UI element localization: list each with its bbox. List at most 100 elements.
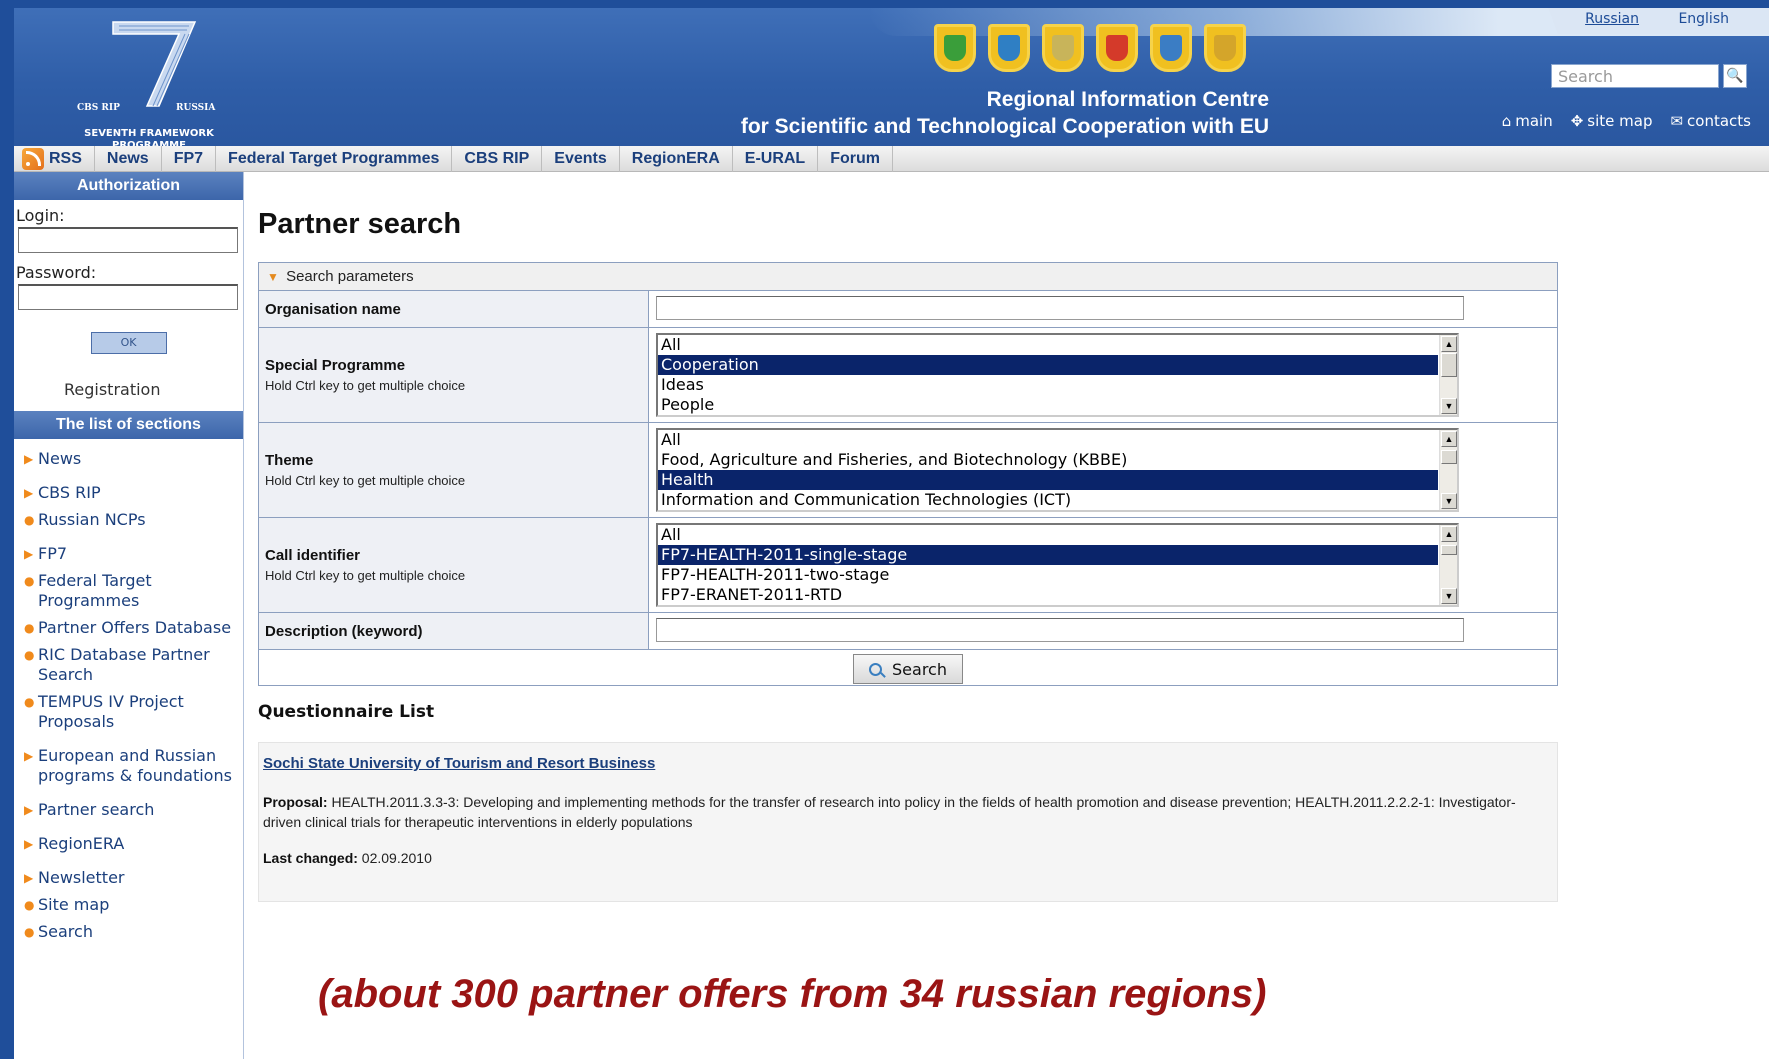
- sections-heading: The list of sections: [14, 411, 243, 439]
- fp7-logo[interactable]: CBS RIP RUSSIA SEVENTH FRAMEWORK PROGRAM…: [54, 18, 234, 151]
- top-links: ⌂ main ✥ site map ✉ contacts: [1502, 112, 1751, 130]
- call-identifier-hint: Hold Ctrl key to get multiple choice: [265, 568, 466, 583]
- select-option[interactable]: Ideas: [658, 375, 1438, 395]
- scroll-up-icon[interactable]: ▲: [1441, 431, 1457, 447]
- scrollbar[interactable]: ▲ ▼: [1439, 525, 1457, 605]
- sidebar-section-item[interactable]: ▶ News: [24, 449, 243, 469]
- site-map-link-label: site map: [1587, 112, 1653, 130]
- page-frame: Russian English CBS RIP RUSSIA SEVENTH F…: [14, 8, 1769, 1059]
- arrow-bullet-icon: ▶: [24, 837, 34, 851]
- scroll-down-icon[interactable]: ▼: [1441, 493, 1457, 509]
- sidebar-section-item[interactable]: ▶ European and Russian programs & foundat…: [24, 746, 243, 786]
- call-identifier-control: All FP7-HEALTH-2011-single-stage FP7-HEALT…: [649, 518, 1557, 612]
- scrollbar[interactable]: ▲ ▼: [1439, 335, 1457, 415]
- sidebar-section-item[interactable]: ▶ Newsletter: [24, 868, 243, 888]
- scroll-thumb[interactable]: [1441, 353, 1457, 377]
- header-search-input[interactable]: Search: [1551, 64, 1719, 88]
- scroll-down-icon[interactable]: ▼: [1441, 398, 1457, 414]
- dot-bullet-icon: ●: [24, 513, 35, 527]
- region-emblem-icon: [1150, 24, 1192, 72]
- search-parameters-toggle[interactable]: ▼ Search parameters: [259, 263, 1557, 291]
- site-title: Regional Information Centre for Scientif…: [741, 86, 1269, 140]
- scroll-up-icon[interactable]: ▲: [1441, 336, 1457, 352]
- sidebar-section-item[interactable]: ● Russian NCPs: [24, 510, 243, 530]
- theme-label-cell: Theme Hold Ctrl key to get multiple choi…: [259, 423, 649, 517]
- select-option[interactable]: All: [658, 335, 1438, 355]
- select-option[interactable]: People: [658, 395, 1438, 415]
- lang-english-link[interactable]: English: [1678, 11, 1729, 27]
- description-input[interactable]: [656, 618, 1464, 642]
- sidebar-section-item[interactable]: ▶ FP7: [24, 544, 243, 564]
- sidebar-section-label: Federal Target Programmes: [38, 571, 152, 610]
- main-nav: RSS News FP7 Federal Target Programmes C…: [14, 145, 1769, 172]
- nav-e-ural[interactable]: E-URAL: [733, 145, 819, 172]
- select-option[interactable]: All: [658, 525, 1438, 545]
- sidebar-section-label: Partner search: [38, 800, 155, 819]
- select-option[interactable]: FP7-HEALTH-2011-single-stage: [658, 545, 1438, 565]
- main-link-label: main: [1515, 112, 1553, 130]
- arrow-bullet-icon: ▶: [24, 452, 34, 466]
- sidebar-section-item[interactable]: ▶ RegionERA: [24, 834, 243, 854]
- search-button[interactable]: Search: [853, 654, 963, 684]
- scrollbar[interactable]: ▲ ▼: [1439, 430, 1457, 510]
- nav-cbs-rip[interactable]: CBS RIP: [452, 145, 543, 172]
- registration-link[interactable]: Registration: [64, 380, 243, 399]
- sidebar-section-item[interactable]: ● RIC Database Partner Search: [24, 645, 243, 685]
- contacts-link[interactable]: ✉ contacts: [1670, 112, 1751, 130]
- site-map-link[interactable]: ✥ site map: [1571, 112, 1653, 130]
- password-input[interactable]: [18, 284, 238, 310]
- region-emblem-icon: [1096, 24, 1138, 72]
- sidebar-section-item[interactable]: ● Partner Offers Database: [24, 618, 243, 638]
- nav-forum[interactable]: Forum: [818, 145, 893, 172]
- org-name-input[interactable]: [656, 296, 1464, 320]
- lang-russian-link[interactable]: Russian: [1585, 11, 1639, 27]
- theme-select[interactable]: All Food, Agriculture and Fisheries, and …: [656, 428, 1459, 512]
- sidebar-section-item[interactable]: ▶ Partner search: [24, 800, 243, 820]
- nav-events[interactable]: Events: [542, 145, 620, 172]
- search-button-row: Search: [259, 650, 1557, 688]
- select-option[interactable]: Cooperation: [658, 355, 1438, 375]
- sidebar-section-item[interactable]: ● Search: [24, 922, 243, 942]
- seven-logo-icon: [112, 21, 197, 107]
- scroll-up-icon[interactable]: ▲: [1441, 526, 1457, 542]
- special-programme-select[interactable]: All Cooperation Ideas People ▲ ▼: [656, 333, 1459, 417]
- call-identifier-select[interactable]: All FP7-HEALTH-2011-single-stage FP7-HEALT…: [656, 523, 1459, 607]
- last-changed: Last changed: 02.09.2010: [263, 850, 1553, 866]
- special-programme-hint: Hold Ctrl key to get multiple choice: [265, 378, 466, 393]
- scroll-thumb[interactable]: [1441, 450, 1457, 464]
- nav-rss[interactable]: RSS: [14, 145, 95, 172]
- nav-federal-target-programmes[interactable]: Federal Target Programmes: [216, 145, 453, 172]
- sidebar-section-label: FP7: [38, 544, 68, 563]
- sidebar-section-item[interactable]: ● TEMPUS IV Project Proposals: [24, 692, 243, 732]
- login-input[interactable]: [18, 227, 238, 253]
- scroll-thumb[interactable]: [1441, 545, 1457, 555]
- select-option[interactable]: Information and Communication Technologi…: [658, 490, 1438, 510]
- select-option[interactable]: FP7-HEALTH-2011-two-stage: [658, 565, 1438, 585]
- select-option[interactable]: All: [658, 430, 1438, 450]
- sidebar: Authorization Login: Password: OK Regist…: [14, 172, 244, 1059]
- sidebar-section-item[interactable]: ● Site map: [24, 895, 243, 915]
- nav-fp7[interactable]: FP7: [162, 145, 217, 172]
- sidebar-section-label: Russian NCPs: [38, 510, 146, 529]
- select-option[interactable]: Health: [658, 470, 1438, 490]
- theme-options: All Food, Agriculture and Fisheries, and …: [658, 430, 1457, 510]
- sidebar-section-item[interactable]: ● Federal Target Programmes: [24, 571, 243, 611]
- login-ok-button[interactable]: OK: [90, 332, 167, 354]
- theme-label: Theme: [265, 452, 314, 469]
- select-option[interactable]: FP7-ERANET-2011-RTD: [658, 585, 1438, 605]
- region-emblem-icon: [934, 24, 976, 72]
- last-changed-value: 02.09.2010: [361, 850, 432, 866]
- sidebar-section-item[interactable]: ▶ CBS RIP: [24, 483, 243, 503]
- theme-control: All Food, Agriculture and Fisheries, and …: [649, 423, 1557, 517]
- main-link[interactable]: ⌂ main: [1502, 112, 1553, 130]
- nav-news[interactable]: News: [95, 145, 162, 172]
- header-search-icon[interactable]: 🔍: [1723, 64, 1747, 88]
- nav-regionera[interactable]: RegionERA: [620, 145, 733, 172]
- sidebar-section-label: CBS RIP: [38, 483, 101, 502]
- scroll-down-icon[interactable]: ▼: [1441, 588, 1457, 604]
- organisation-link[interactable]: Sochi State University of Tourism and Re…: [263, 755, 1553, 772]
- description-row: Description (keyword): [259, 613, 1557, 650]
- dot-bullet-icon: ●: [24, 898, 35, 912]
- questionnaire-item: Sochi State University of Tourism and Re…: [258, 742, 1558, 902]
- select-option[interactable]: Food, Agriculture and Fisheries, and Bio…: [658, 450, 1438, 470]
